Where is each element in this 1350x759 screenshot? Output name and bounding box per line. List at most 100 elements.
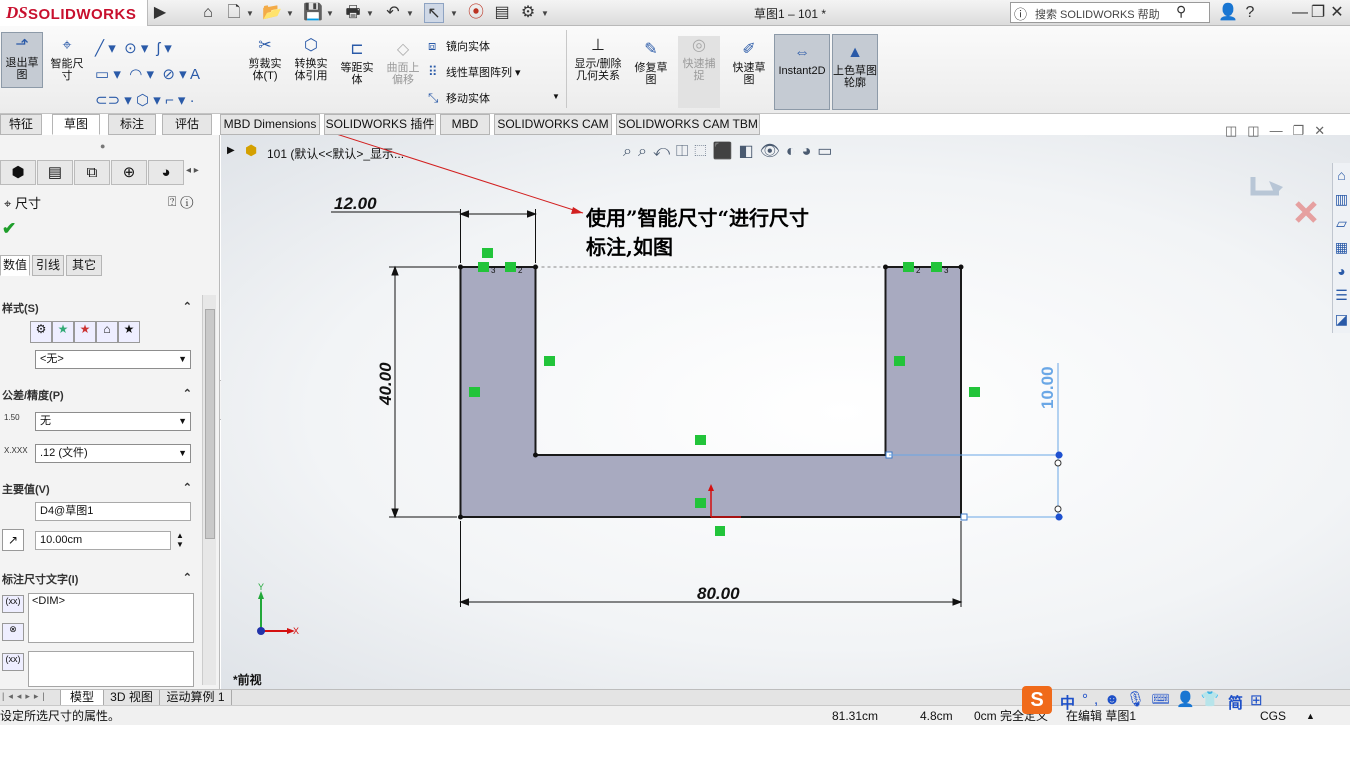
- home-icon[interactable]: ⌂: [198, 3, 218, 23]
- restore-icon[interactable]: ❐: [1308, 3, 1328, 23]
- style-apply-icon[interactable]: ⚙: [30, 321, 52, 343]
- equal-relation-icon[interactable]: [931, 262, 942, 272]
- traffic-light-icon[interactable]: ⦿: [466, 3, 486, 23]
- design-library-icon[interactable]: ▥: [1333, 187, 1350, 211]
- dimension-text-12[interactable]: 12.00: [334, 194, 377, 213]
- tab-motion-study[interactable]: 运动算例 1: [160, 690, 232, 706]
- ok-check-icon[interactable]: ✔: [2, 219, 16, 239]
- horizontal-relation-icon[interactable]: [695, 435, 706, 445]
- tab-sketch[interactable]: 草图: [52, 114, 100, 135]
- chevron-down-icon[interactable]: ▼: [286, 9, 294, 18]
- drag-handle[interactable]: [1055, 451, 1063, 459]
- sketch-point[interactable]: [533, 452, 538, 458]
- display-delete-relations-button[interactable]: ⊥ 显示/删除几何关系: [570, 36, 626, 82]
- emoji-icon[interactable]: ☻: [1104, 691, 1126, 708]
- precision-select[interactable]: .12 (文件) ▼: [35, 444, 191, 463]
- offset-entities-button[interactable]: ⊏ 等距实体: [336, 40, 378, 86]
- style-add-icon[interactable]: ★: [52, 321, 74, 343]
- instant2d-button[interactable]: ⇔ Instant2D: [774, 34, 830, 110]
- equal-relation-icon[interactable]: [478, 262, 489, 272]
- collapse-icon[interactable]: ⌃: [183, 481, 192, 494]
- value-spinner[interactable]: ▲ ▼: [176, 531, 184, 549]
- vertical-relation-icon[interactable]: [469, 387, 480, 397]
- rapid-sketch-button[interactable]: ✐ 快速草图: [728, 40, 770, 86]
- slot-icon[interactable]: ⊂⊃: [95, 92, 120, 109]
- panel-grip-icon[interactable]: ●: [100, 141, 105, 151]
- ime-language[interactable]: 中: [1060, 692, 1075, 713]
- trim-entities-button[interactable]: ✂ 剪裁实体(T): [244, 36, 286, 82]
- chevron-down-icon[interactable]: ▼: [246, 9, 254, 18]
- tab-solidworks-cam-tbm[interactable]: SOLIDWORKS CAM TBM: [616, 114, 760, 135]
- style-delete-icon[interactable]: ★: [74, 321, 96, 343]
- print-icon[interactable]: 🖶: [343, 3, 363, 23]
- graphics-area[interactable]: ▶ ⬢ 101 (默认<<默认>_显示... ⌕⌕⤺◫⬚⬛◧👁◐◕▭ ◫◫—❐✕: [221, 123, 1350, 689]
- style-section-header[interactable]: 样式(S) ⌃: [0, 300, 200, 318]
- dimension-40[interactable]: [389, 265, 457, 519]
- dimension-text-area[interactable]: <DIM>: [28, 593, 194, 643]
- home-icon[interactable]: ⌂: [1333, 163, 1350, 187]
- shaded-sketch-contours-button[interactable]: ▲ 上色草图轮廓: [832, 34, 878, 110]
- parallel-relation-icon[interactable]: [903, 262, 914, 272]
- ime-menu-icon[interactable]: ⊞: [1250, 691, 1263, 709]
- help-icon[interactable]: ?: [1240, 3, 1260, 23]
- smart-dimension-button[interactable]: ⌖ 智能尺寸: [46, 36, 88, 82]
- dimension-text-section-header[interactable]: 标注尺寸文字(I) ⌃: [0, 571, 200, 589]
- confirmation-corner[interactable]: [1250, 177, 1317, 223]
- tab-scroll-arrows-icon[interactable]: |◂◂▸▸|: [2, 691, 49, 702]
- cancel-sketch-icon[interactable]: [1295, 201, 1317, 223]
- close-icon[interactable]: ✕: [1327, 3, 1347, 23]
- convert-entities-button[interactable]: ⬡ 转换实体引用: [290, 36, 332, 82]
- dimension-value-input[interactable]: 10.00cm: [35, 531, 171, 550]
- collapse-icon[interactable]: ⌃: [183, 387, 192, 400]
- tab-scroll-arrows-icon[interactable]: ◂ ▸: [186, 165, 199, 176]
- keyboard-icon[interactable]: ⌨: [1151, 691, 1176, 708]
- subtab-value[interactable]: 数值: [0, 255, 30, 276]
- forum-icon[interactable]: ◪: [1333, 307, 1350, 331]
- tab-annotation[interactable]: 标注: [108, 114, 156, 135]
- chevron-down-icon[interactable]: ▼: [541, 9, 549, 18]
- sketch-canvas[interactable]: 3 2 2 3 12.00 40.00 80.00 10.00 使用”智能尺寸“…: [221, 135, 1350, 689]
- panel-scrollbar[interactable]: [202, 295, 216, 685]
- configuration-tab-icon[interactable]: ⧉: [74, 160, 110, 185]
- file-properties-icon[interactable]: ▤: [492, 3, 512, 23]
- arrow-handle[interactable]: [1054, 505, 1062, 513]
- tolerance-type-select[interactable]: 无 ▼: [35, 412, 191, 431]
- repair-sketch-button[interactable]: ✎ 修复草图: [630, 40, 672, 86]
- vertical-relation-icon[interactable]: [894, 356, 905, 366]
- sketch-point[interactable]: [458, 514, 463, 520]
- sketch-point[interactable]: [958, 264, 964, 270]
- tab-features[interactable]: 特征: [0, 114, 42, 135]
- user-icon[interactable]: 👤: [1218, 3, 1238, 23]
- spline-icon[interactable]: ʃ: [157, 40, 160, 57]
- view-palette-icon[interactable]: ▦: [1333, 235, 1350, 259]
- tab-solidworks-addins[interactable]: SOLIDWORKS 插件: [324, 114, 436, 135]
- vertical-relation-icon[interactable]: [969, 387, 980, 397]
- primary-value-section-header[interactable]: 主要值(V) ⌃: [0, 481, 200, 499]
- dimension-text-40[interactable]: 40.00: [376, 362, 395, 406]
- menu-expand-icon[interactable]: ▶: [150, 3, 170, 23]
- tab-model[interactable]: 模型: [60, 690, 104, 706]
- horizontal-relation-icon[interactable]: [482, 248, 493, 258]
- fillet-icon[interactable]: ⌐: [165, 92, 174, 109]
- tab-evaluate[interactable]: 评估: [162, 114, 212, 135]
- parallel-relation-icon[interactable]: [505, 262, 516, 272]
- chevron-down-icon[interactable]: ▼: [450, 9, 458, 18]
- sogou-logo-icon[interactable]: S: [1022, 686, 1052, 714]
- rectangle-icon[interactable]: ▭: [95, 66, 109, 83]
- horizontal-relation-icon[interactable]: [695, 498, 706, 508]
- feature-tree-tab-icon[interactable]: ⬢: [0, 160, 36, 185]
- help-icon[interactable]: ⍰ ⓘ: [168, 193, 193, 210]
- surface-offset-button[interactable]: ◇ 曲面上偏移: [382, 40, 424, 86]
- sketch-point[interactable]: [458, 264, 463, 270]
- search-icon[interactable]: ⚲: [1176, 3, 1186, 20]
- user-icon[interactable]: 👤: [1176, 691, 1201, 708]
- ime-simplified[interactable]: 简: [1228, 692, 1243, 713]
- mirror-entities-button[interactable]: ⧈ 镜向实体: [428, 38, 490, 54]
- tab-mbd[interactable]: MBD: [440, 114, 490, 135]
- linear-pattern-button[interactable]: ⠿ 线性草图阵列 ▾: [428, 64, 521, 80]
- style-load-icon[interactable]: ★: [118, 321, 140, 343]
- coincident-relation-icon[interactable]: [715, 526, 725, 536]
- dimension-text-80[interactable]: 80.00: [697, 584, 740, 603]
- property-manager-tab-icon[interactable]: ▤: [37, 160, 73, 185]
- dimension-name-field[interactable]: D4@草图1: [35, 502, 191, 521]
